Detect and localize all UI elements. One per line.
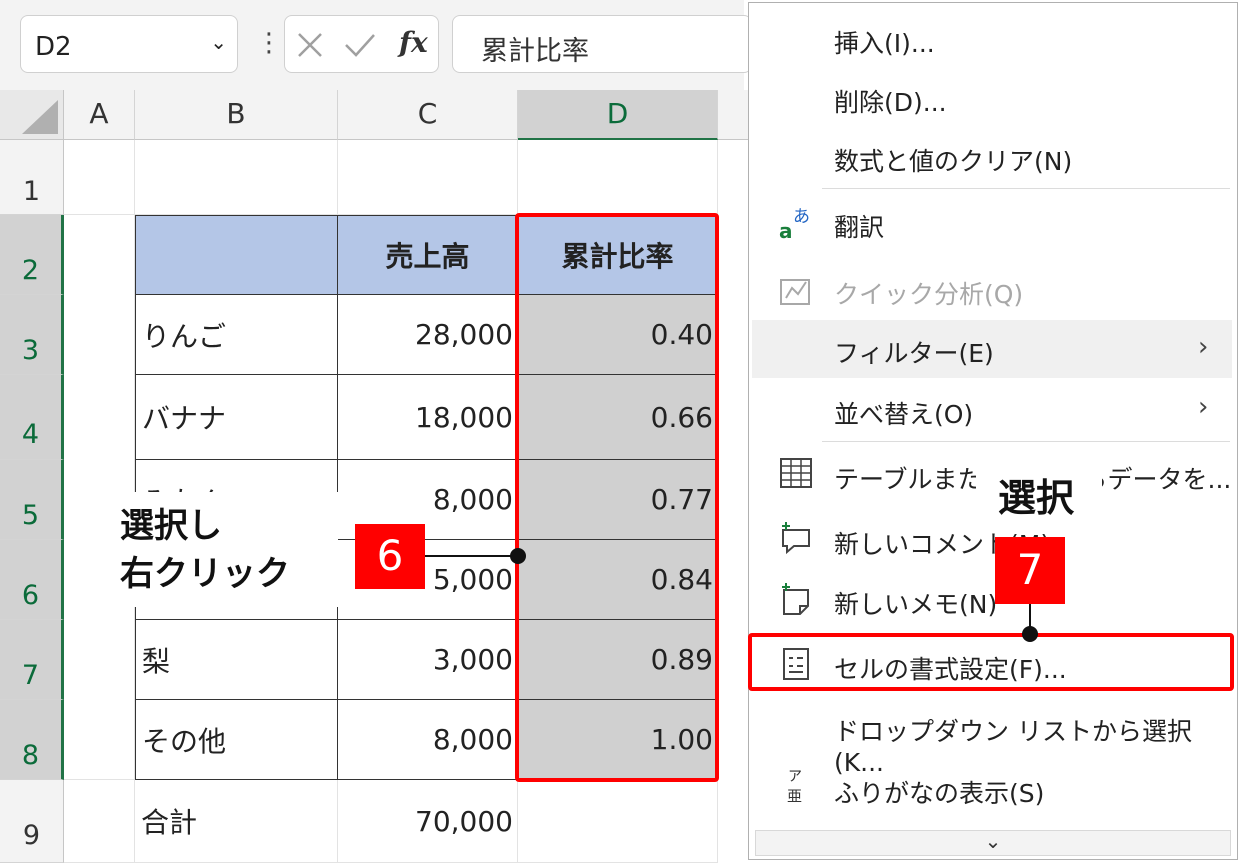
- table-row-sales[interactable]: 3,000: [338, 620, 518, 700]
- table-row-name[interactable]: 梨: [135, 620, 338, 700]
- cell-c1[interactable]: [338, 140, 518, 215]
- row-header-4[interactable]: 4: [0, 375, 64, 460]
- table-row-sales[interactable]: 18,000: [338, 375, 518, 460]
- column-header-d[interactable]: D: [518, 90, 718, 140]
- step6-badge: 6: [355, 524, 425, 589]
- column-header-b[interactable]: B: [135, 90, 338, 140]
- column-header-c[interactable]: C: [338, 90, 518, 140]
- formula-input[interactable]: 累計比率: [452, 15, 752, 73]
- cell-a1[interactable]: [64, 140, 135, 215]
- row-header-5[interactable]: 5: [0, 460, 64, 540]
- step7-badge: 7: [995, 537, 1065, 604]
- table-header-sales[interactable]: 売上高: [338, 215, 518, 295]
- table-icon: [778, 455, 814, 491]
- total-label[interactable]: 合計: [135, 780, 338, 863]
- step7-pointer-dot: [1022, 626, 1038, 642]
- more-options-icon[interactable]: ⋮: [256, 30, 282, 56]
- formula-buttons: fx: [284, 15, 439, 73]
- name-box[interactable]: D2 ⌄: [20, 15, 238, 73]
- fx-icon[interactable]: fx: [399, 26, 428, 59]
- enter-check-icon[interactable]: [343, 30, 377, 60]
- new-note-icon: [778, 582, 814, 618]
- menu-item-insert[interactable]: 挿入(I)...: [752, 10, 1232, 68]
- menu-separator: [822, 441, 1230, 442]
- row-header-7[interactable]: 7: [0, 620, 64, 700]
- chevron-right-icon: ›: [1198, 392, 1209, 422]
- menu-item-filter[interactable]: フィルター(E): [752, 320, 1232, 378]
- cell-d9[interactable]: [518, 780, 718, 863]
- name-box-value: D2: [35, 32, 72, 62]
- table-row-name[interactable]: その他: [135, 700, 338, 780]
- row-header-3[interactable]: 3: [0, 295, 64, 375]
- chevron-down-icon[interactable]: ⌄: [210, 30, 227, 54]
- row-header-6[interactable]: 6: [0, 540, 64, 620]
- svg-text:あ: あ: [793, 207, 810, 227]
- menu-scroll-down-button[interactable]: ⌄: [755, 830, 1231, 856]
- row-header-2[interactable]: 2: [0, 215, 64, 295]
- svg-text:亜: 亜: [787, 787, 802, 805]
- cancel-icon[interactable]: [295, 30, 325, 60]
- format-cells-highlight: [748, 633, 1234, 691]
- step6-callout: 選択し 右クリック: [98, 492, 338, 607]
- new-comment-icon: [778, 520, 814, 556]
- total-value[interactable]: 70,000: [338, 780, 518, 863]
- row-header-9[interactable]: 9: [0, 780, 64, 863]
- table-row-sales[interactable]: 8,000: [338, 700, 518, 780]
- table-header-empty[interactable]: [135, 215, 338, 295]
- menu-item-quick-analysis: クイック分析(Q): [834, 280, 1024, 309]
- menu-item-show-phonetic[interactable]: ふりがなの表示(S): [752, 760, 1232, 818]
- step7-callout: 選択: [976, 458, 1102, 524]
- menu-item-sort[interactable]: 並べ替え(O): [752, 381, 1232, 439]
- chevron-down-icon: ⌄: [984, 829, 1002, 853]
- step6-line2: 右クリック: [120, 554, 290, 594]
- menu-item-pick-from-list[interactable]: ドロップダウン リストから選択(K...: [752, 698, 1232, 777]
- table-row-name[interactable]: バナナ: [135, 375, 338, 460]
- menu-separator: [822, 188, 1230, 189]
- selected-range-highlight: [515, 213, 719, 782]
- step6-line1: 選択し: [120, 506, 222, 546]
- select-all-corner[interactable]: [0, 90, 64, 140]
- svg-text:a: a: [779, 219, 793, 241]
- table-row-sales[interactable]: 28,000: [338, 295, 518, 375]
- cell-d1[interactable]: [518, 140, 718, 215]
- menu-item-new-note[interactable]: 新しいメモ(N): [752, 571, 1232, 629]
- cell-a9[interactable]: [64, 780, 135, 863]
- menu-item-delete[interactable]: 削除(D)...: [752, 69, 1232, 127]
- row-header-8[interactable]: 8: [0, 700, 64, 780]
- translate-icon: aあ: [778, 205, 814, 243]
- chevron-right-icon: ›: [1198, 332, 1209, 362]
- step6-pointer-line: [424, 555, 518, 557]
- step6-pointer-dot: [510, 548, 526, 564]
- menu-item-clear-contents[interactable]: 数式と値のクリア(N): [752, 128, 1232, 186]
- column-header-a[interactable]: A: [64, 90, 135, 140]
- column-header-e-partial[interactable]: [718, 90, 748, 140]
- select-all-triangle-icon: [22, 100, 58, 134]
- svg-text:ア: ア: [788, 769, 802, 785]
- quick-analysis-icon: [778, 272, 814, 308]
- menu-item-translate[interactable]: 翻訳: [752, 194, 1232, 252]
- cell-b1[interactable]: [135, 140, 338, 215]
- row-header-1[interactable]: 1: [0, 140, 64, 215]
- table-row-name[interactable]: りんご: [135, 295, 338, 375]
- furigana-icon: ア亜: [778, 766, 814, 805]
